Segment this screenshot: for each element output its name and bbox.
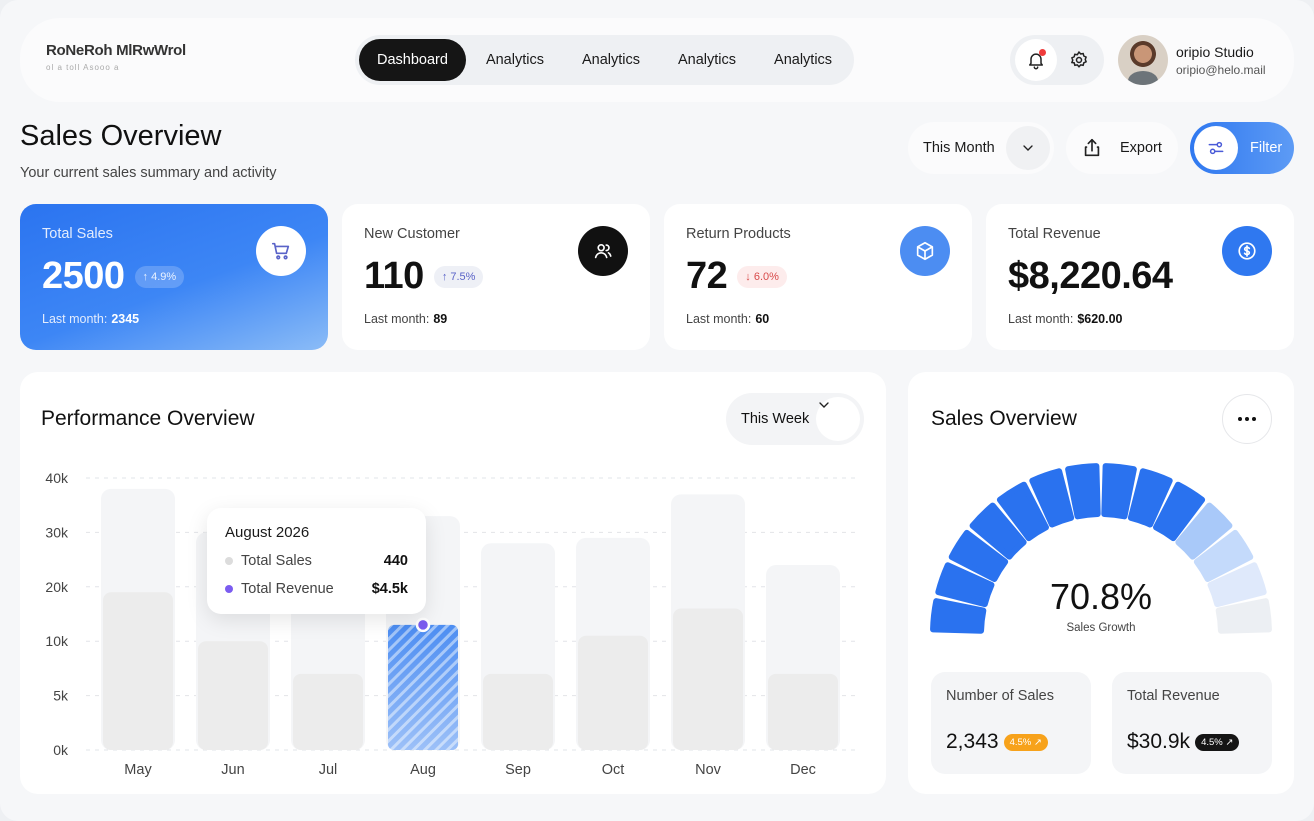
page-subtitle: Your current sales summary and activity [20, 165, 277, 181]
gauge-value: 70.8% [1049, 576, 1153, 617]
period-select-label: This Month [923, 140, 995, 156]
y-tick-label: 20k [45, 579, 69, 595]
notifications-button[interactable] [1014, 39, 1057, 81]
stat-card-total-sales[interactable]: Total Sales 2500 ↑ 4.9% Last month: 2345 [20, 204, 328, 350]
main-nav: Dashboard Analytics Analytics Analytics … [355, 35, 855, 85]
mini-label: Number of Sales [946, 688, 1054, 704]
mini-label: Total Revenue [1127, 688, 1220, 704]
x-tick-label: Dec [790, 762, 816, 778]
bar [578, 635, 648, 750]
bar-highlight-fade [388, 624, 458, 750]
x-tick-label: May [124, 762, 152, 778]
stat-value: 72 [686, 255, 728, 297]
header-icon-group [1010, 35, 1104, 85]
user-profile[interactable]: oripio Studio oripio@helo.mail [1118, 35, 1266, 85]
gauge-label: Sales Growth [1066, 622, 1136, 634]
cart-icon [256, 226, 306, 276]
tooltip-label: Total Sales [241, 553, 312, 569]
nav-analytics-1[interactable]: Analytics [468, 39, 562, 81]
settings-button[interactable] [1058, 39, 1100, 81]
nav-analytics-4[interactable]: Analytics [756, 39, 850, 81]
logo-wordmark: RoNeRoh MlRwWrol [46, 42, 186, 59]
performance-card: Performance Overview This Week 40k 30k 20k… [20, 372, 886, 794]
sales-overview-card: Sales Overview 70.8% Sales Growth Number… [908, 372, 1294, 794]
mini-value: $30.9k [1127, 730, 1191, 753]
mini-value: 2,343 [946, 730, 999, 753]
logo-tagline: ol a toll Asooo a [46, 63, 120, 72]
avatar [1118, 35, 1168, 85]
stat-last-month: Last month: 89 [364, 312, 448, 326]
stat-card-new-customer[interactable]: New Customer 110 ↑ 7.5% Last month: 89 [342, 204, 650, 350]
tooltip-value: 440 [383, 553, 408, 569]
x-tick-label: Jun [221, 762, 244, 778]
y-tick-label: 30k [45, 524, 69, 540]
performance-bar-chart: 40k 30k 20k 10k 5k 0k May Jun Jul Aug Sep Oct Nov Dec [45, 470, 860, 778]
x-tick-label: Sep [505, 762, 531, 778]
filter-button[interactable]: Filter [1190, 122, 1294, 174]
dollar-icon [1222, 226, 1272, 276]
stat-badge: ↓ 6.0% [737, 265, 787, 288]
box-icon [900, 226, 950, 276]
user-name: oripio Studio [1176, 43, 1254, 60]
stat-last-month: Last month: 2345 [42, 312, 140, 326]
stat-badge: ↑ 4.9% [134, 265, 185, 288]
tooltip-label: Total Revenue [241, 581, 334, 597]
bar [673, 608, 743, 750]
export-button[interactable]: Export [1066, 122, 1178, 174]
y-tick-label: 40k [45, 470, 69, 486]
gear-icon [1070, 50, 1087, 68]
gauge-segment [1101, 463, 1137, 520]
bar [293, 673, 363, 750]
bar [198, 641, 268, 750]
users-icon [578, 226, 628, 276]
tooltip-row-revenue: Total Revenue $4.5k [225, 581, 408, 597]
tooltip-value: $4.5k [371, 581, 408, 597]
stat-last-month: Last month: $620.00 [1008, 312, 1123, 326]
y-tick-label: 0k [53, 742, 69, 758]
export-label: Export [1120, 140, 1162, 156]
bar [103, 592, 173, 750]
total-revenue-card[interactable]: Total Revenue $30.9k 4.5% ↗ [1112, 672, 1272, 774]
filter-label: Filter [1250, 140, 1283, 156]
stat-last-month: Last month: 60 [686, 312, 770, 326]
chart-tooltip: August 2026 Total Sales 440 Total Revenu… [207, 508, 426, 614]
stat-card-return-products[interactable]: Return Products 72 ↓ 6.0% Last month: 60 [664, 204, 972, 350]
number-of-sales-card[interactable]: Number of Sales 2,343 4.5% ↗ [931, 672, 1091, 774]
tooltip-row-sales: Total Sales 440 [225, 553, 408, 569]
chevron-down-icon [1006, 126, 1050, 170]
x-tick-label: Aug [410, 762, 436, 778]
notification-dot [1038, 49, 1046, 56]
bar [768, 673, 838, 750]
top-header: RoNeRoh MlRwWrol ol a toll Asooo a Dashb… [20, 18, 1294, 102]
bar [483, 673, 553, 750]
mini-badge: 4.5% ↗ [1003, 733, 1048, 751]
nav-analytics-3[interactable]: Analytics [660, 39, 754, 81]
mini-badge: 4.5% ↗ [1195, 733, 1240, 751]
bar-marker [415, 617, 431, 633]
legend-dot [225, 585, 233, 593]
y-tick-label: 10k [45, 633, 69, 649]
app-frame: RoNeRoh MlRwWrol ol a toll Asooo a Dashb… [0, 0, 1314, 821]
sliders-icon [1194, 126, 1238, 170]
nav-analytics-2[interactable]: Analytics [564, 39, 658, 81]
period-select[interactable]: This Month [908, 122, 1054, 174]
share-icon [1070, 126, 1114, 170]
nav-dashboard[interactable]: Dashboard [359, 39, 466, 81]
stat-value: 2500 [42, 255, 125, 297]
stat-badge: ↑ 7.5% [433, 265, 484, 288]
stat-value: $8,220.64 [1008, 255, 1173, 297]
x-tick-label: Jul [319, 762, 338, 778]
page-title: Sales Overview [20, 120, 222, 152]
gauge-segment [1065, 463, 1101, 520]
stat-value: 110 [364, 255, 424, 297]
x-tick-label: Nov [695, 762, 722, 778]
x-tick-label: Oct [602, 762, 625, 778]
y-tick-label: 5k [53, 688, 69, 704]
legend-dot [225, 557, 233, 565]
brand-logo[interactable]: RoNeRoh MlRwWrol ol a toll Asooo a [46, 42, 186, 72]
stat-card-total-revenue[interactable]: Total Revenue $8,220.64 Last month: $620.… [986, 204, 1294, 350]
tooltip-title: August 2026 [225, 524, 310, 541]
user-email: oripio@helo.mail [1176, 62, 1266, 77]
